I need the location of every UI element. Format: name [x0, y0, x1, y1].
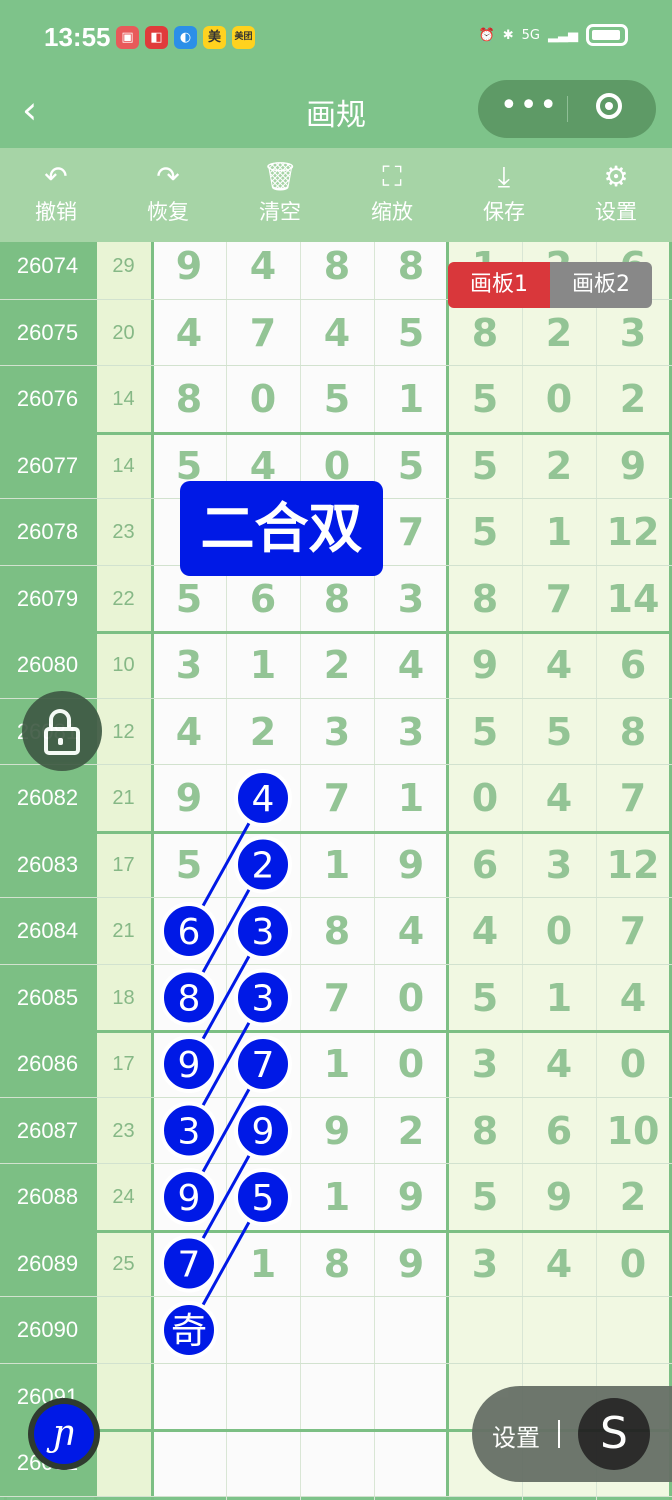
marker-circle[interactable]: 9: [160, 1035, 218, 1093]
marker-circle[interactable]: 7: [160, 1234, 218, 1293]
marker-digit: 8: [178, 979, 201, 1020]
marker-digit: 9: [178, 1045, 201, 1086]
floating-settings-label[interactable]: 设置: [492, 1418, 540, 1453]
marker-circle[interactable]: 奇: [160, 1301, 218, 1359]
marker-digit: 9: [178, 1178, 201, 1219]
marker-circle[interactable]: 9: [160, 1168, 218, 1226]
marker-digit: 奇: [171, 1311, 207, 1352]
marker-digit: 2: [252, 846, 275, 887]
pen-button[interactable]: ɲ: [28, 1398, 100, 1470]
marker-digit: 3: [178, 1112, 201, 1153]
marker-digit: 6: [178, 912, 201, 953]
marker-circle[interactable]: 9: [234, 1101, 292, 1160]
marker-circle[interactable]: 8: [160, 968, 218, 1027]
marker-digit: 3: [252, 912, 275, 953]
drawn-markers: 6 8 9 3 9 7 奇 4 2 3 3 7 9 5: [160, 769, 292, 1359]
marker-circle[interactable]: 3: [160, 1101, 218, 1160]
s-brand-icon[interactable]: S: [578, 1398, 650, 1470]
marker-circle[interactable]: 4: [234, 769, 292, 827]
lock-body: [44, 727, 80, 755]
floating-settings: 设置 S: [472, 1386, 672, 1482]
marker-circle[interactable]: 5: [234, 1168, 292, 1226]
marker-circle[interactable]: 3: [234, 902, 292, 960]
lock-button[interactable]: [22, 691, 102, 771]
marker-digit: 4: [252, 779, 275, 820]
marker-circle[interactable]: 6: [160, 902, 218, 960]
marker-digit: 7: [252, 1045, 275, 1086]
marker-circle[interactable]: 7: [234, 1035, 292, 1093]
marker-digit: 3: [252, 979, 275, 1020]
marker-digit: 5: [252, 1178, 275, 1219]
marker-circle[interactable]: 2: [234, 835, 292, 894]
marker-digit: 7: [178, 1245, 201, 1286]
floating-divider: [558, 1420, 560, 1448]
pen-icon: ɲ: [34, 1404, 94, 1464]
marker-digit: 9: [252, 1112, 275, 1153]
marker-circle[interactable]: 3: [234, 968, 292, 1027]
